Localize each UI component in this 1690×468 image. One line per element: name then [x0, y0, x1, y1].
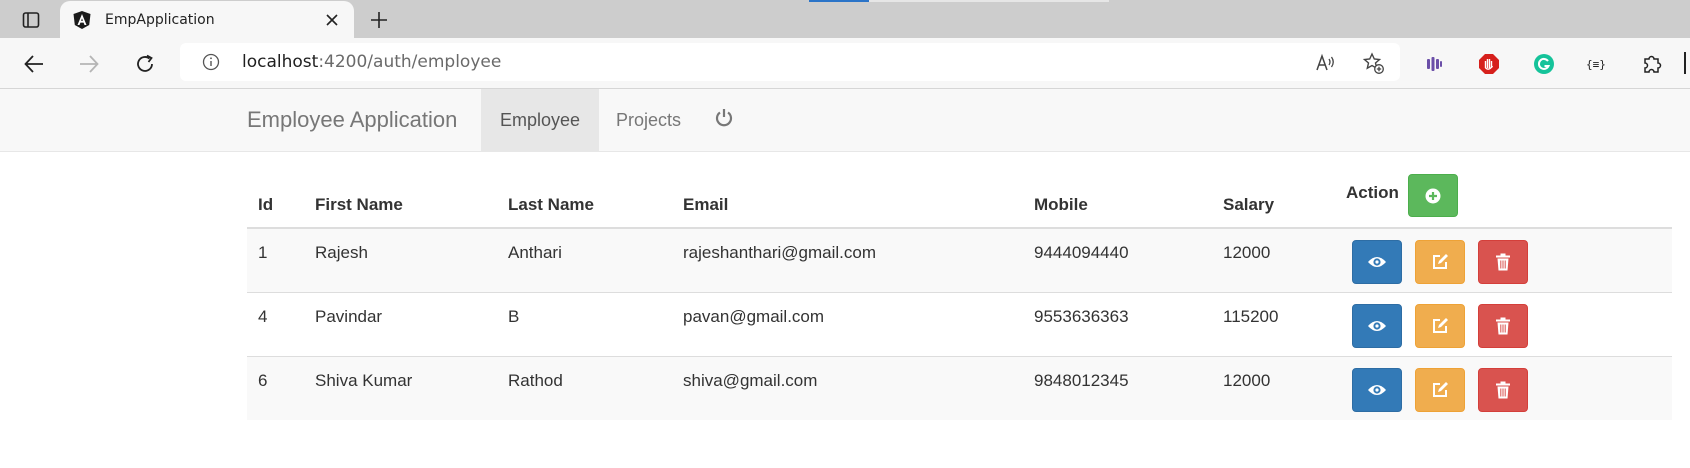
cell-id: 6 — [247, 355, 304, 420]
cell-email: shiva@gmail.com — [672, 355, 1023, 420]
edit-button[interactable] — [1415, 367, 1465, 412]
svg-text:{≡}: {≡} — [1586, 58, 1606, 71]
forward-button[interactable] — [75, 50, 103, 78]
cell-actions — [1335, 227, 1672, 292]
address-bar[interactable]: localhost:4200/auth/employee — [180, 43, 1400, 81]
trash-icon — [1496, 381, 1510, 398]
nav-employee[interactable]: Employee — [481, 89, 600, 151]
cell-id: 4 — [247, 291, 304, 356]
cell-mobile: 9444094440 — [1023, 227, 1212, 292]
read-aloud-icon — [1316, 53, 1334, 71]
view-button[interactable] — [1352, 240, 1402, 284]
cell-email: rajeshanthari@gmail.com — [672, 227, 1023, 292]
eye-icon — [1368, 320, 1386, 331]
header-action: Action — [1346, 182, 1399, 202]
edit-icon — [1433, 317, 1448, 333]
read-aloud-button[interactable] — [1315, 52, 1337, 74]
angular-favicon-icon — [73, 11, 91, 29]
plus-circle-icon — [1425, 188, 1441, 203]
extensions-menu-button[interactable] — [1640, 52, 1664, 76]
extension-3-button[interactable] — [1532, 52, 1556, 76]
cell-last-name: Rathod — [497, 355, 672, 420]
cell-salary: 12000 — [1212, 227, 1335, 292]
cell-email: pavan@gmail.com — [672, 291, 1023, 356]
cell-salary: 115200 — [1212, 291, 1335, 356]
cell-salary: 12000 — [1212, 355, 1335, 420]
reload-icon — [137, 54, 153, 72]
url-text[interactable]: localhost:4200/auth/employee — [242, 52, 501, 72]
browser-toolbar: localhost:4200/auth/employee {≡} — [0, 38, 1690, 89]
cell-first-name: Shiva Kumar — [304, 355, 497, 420]
table-row: 6 Shiva Kumar Rathod shiva@gmail.com 984… — [247, 355, 1672, 420]
header-id: Id — [247, 170, 304, 229]
close-icon — [326, 14, 338, 26]
adblock-icon — [1479, 54, 1499, 74]
tab-title: EmpApplication — [105, 12, 215, 28]
cell-last-name: Anthari — [497, 227, 672, 292]
nav-projects[interactable]: Projects — [597, 89, 700, 151]
extension-bars-icon — [1427, 57, 1442, 71]
new-tab-button[interactable] — [366, 8, 392, 32]
cell-first-name: Pavindar — [304, 291, 497, 356]
delete-button[interactable] — [1478, 303, 1528, 348]
arrow-right-icon — [80, 55, 99, 73]
edit-button[interactable] — [1415, 303, 1465, 348]
eye-icon — [1368, 384, 1386, 395]
brand-title[interactable]: Employee Application — [247, 107, 457, 133]
cell-mobile: 9848012345 — [1023, 355, 1212, 420]
cell-id: 1 — [247, 227, 304, 292]
tab-actions-icon — [22, 12, 40, 28]
arrow-left-icon — [24, 55, 43, 73]
table-row: 4 Pavindar B pavan@gmail.com 9553636363 … — [247, 291, 1672, 356]
extension-2-button[interactable] — [1477, 52, 1501, 76]
delete-button[interactable] — [1478, 240, 1528, 284]
cell-actions — [1335, 291, 1672, 356]
view-button[interactable] — [1352, 303, 1402, 348]
tab-actions-button[interactable] — [14, 8, 48, 32]
cell-first-name: Rajesh — [304, 227, 497, 292]
header-first-name: First Name — [304, 170, 497, 229]
extension-4-button[interactable]: {≡} — [1585, 52, 1609, 76]
add-employee-button[interactable] — [1407, 174, 1458, 217]
browser-tab-strip: EmpApplication — [0, 0, 1690, 39]
browser-tab[interactable]: EmpApplication — [60, 1, 354, 39]
table-header-row: Id First Name Last Name Email Mobile Sal… — [247, 170, 1672, 229]
edit-icon — [1433, 381, 1448, 397]
back-button[interactable] — [20, 50, 48, 78]
power-icon — [715, 109, 733, 127]
favorites-button[interactable] — [1362, 52, 1384, 74]
header-email: Email — [672, 170, 1023, 229]
header-mobile: Mobile — [1023, 170, 1212, 229]
grammarly-icon — [1534, 54, 1554, 74]
employee-table: Id First Name Last Name Email Mobile Sal… — [247, 170, 1672, 420]
cell-mobile: 9553636363 — [1023, 291, 1212, 356]
header-salary: Salary — [1212, 170, 1335, 229]
plus-icon — [371, 12, 387, 28]
cell-last-name: B — [497, 291, 672, 356]
delete-button[interactable] — [1478, 367, 1528, 412]
edit-button[interactable] — [1415, 240, 1465, 284]
eye-icon — [1368, 257, 1386, 267]
puzzle-icon — [1644, 55, 1662, 73]
json-formatter-icon: {≡} — [1586, 58, 1606, 71]
app-navbar: Employee Application Employee Projects — [0, 89, 1690, 152]
info-icon[interactable] — [202, 53, 220, 71]
star-add-icon — [1362, 52, 1384, 74]
reload-button[interactable] — [131, 50, 159, 78]
toolbar-overflow-edge — [1684, 52, 1686, 74]
header-last-name: Last Name — [497, 170, 672, 229]
trash-icon — [1496, 253, 1510, 271]
edit-icon — [1433, 254, 1448, 269]
header-action-cell: Action — [1335, 170, 1672, 229]
logout-button[interactable] — [712, 106, 736, 130]
cell-actions — [1335, 355, 1672, 420]
loading-indicator — [809, 0, 1109, 2]
view-button[interactable] — [1352, 367, 1402, 412]
trash-icon — [1496, 317, 1510, 334]
tab-close-button[interactable] — [322, 10, 342, 30]
table-row: 1 Rajesh Anthari rajeshanthari@gmail.com… — [247, 227, 1672, 292]
extension-1-button[interactable] — [1422, 52, 1446, 76]
